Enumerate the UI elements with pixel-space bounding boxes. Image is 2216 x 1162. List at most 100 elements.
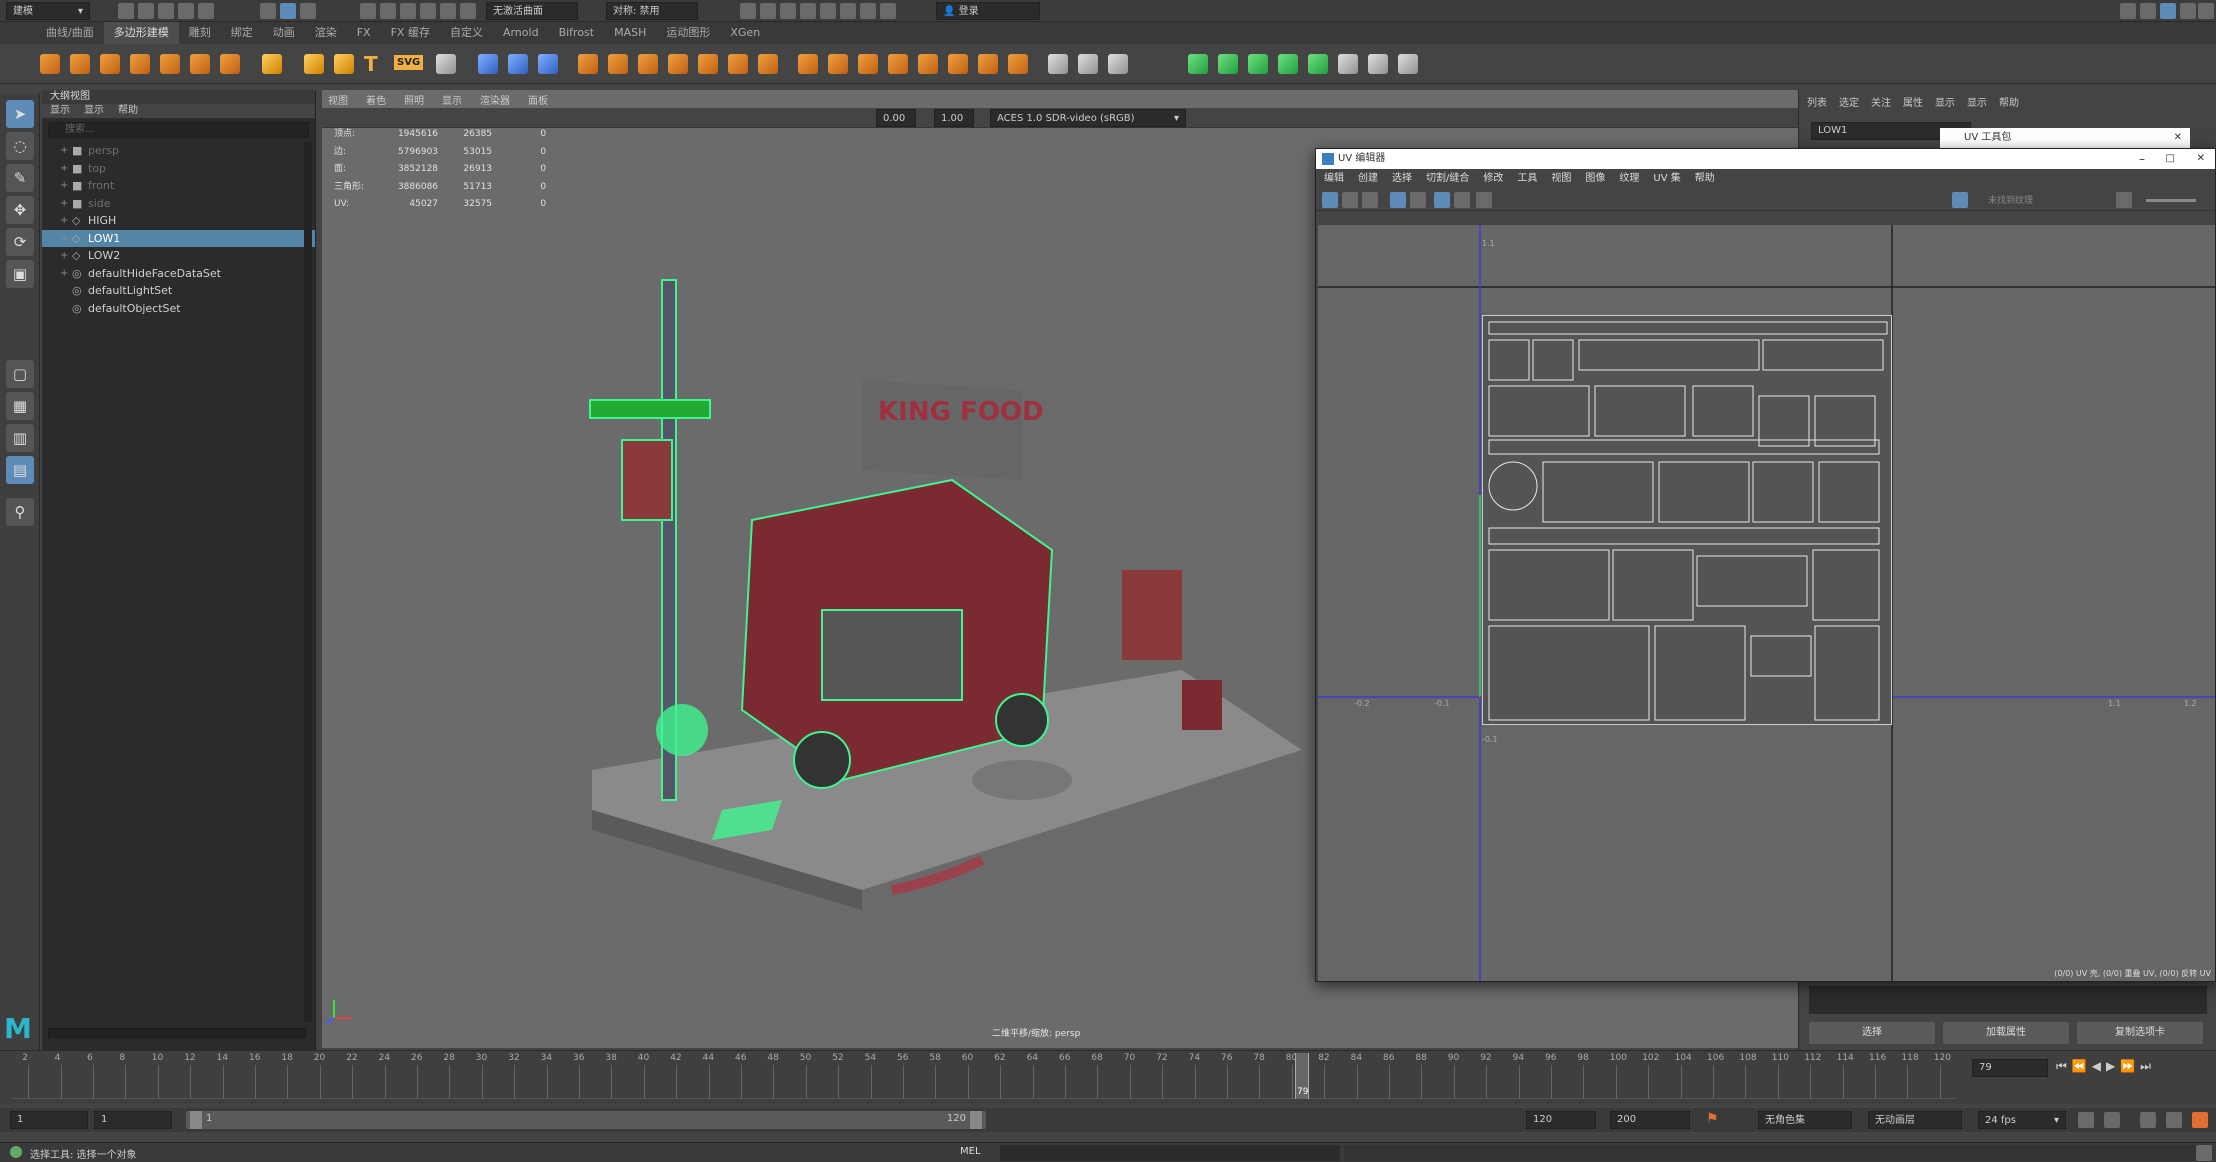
outliner-item-persp[interactable]: + ■ persp xyxy=(42,142,315,160)
attribute-menu-item[interactable]: 属性 xyxy=(1903,94,1923,109)
modeling-toolkit-icon[interactable] xyxy=(2120,3,2136,19)
playback-controls[interactable]: ⏮⏪◀▶⏩⏭ xyxy=(2056,1059,2156,1074)
uv-distortion-icon[interactable] xyxy=(1410,192,1426,208)
render-settings-icon[interactable] xyxy=(800,3,816,19)
maximize-icon[interactable]: □ xyxy=(2166,149,2175,169)
outliner-item-front[interactable]: + ■ front xyxy=(42,177,315,195)
append-polygon-icon[interactable] xyxy=(948,54,968,74)
select-button[interactable]: 选择 xyxy=(1809,1022,1935,1044)
scale-tool-icon[interactable]: ▣ xyxy=(6,260,34,288)
snap-surface-icon[interactable] xyxy=(440,3,456,19)
shelf-tab[interactable]: 自定义 xyxy=(440,22,493,44)
uv-menu-item[interactable]: 创建 xyxy=(1358,169,1378,189)
playhead[interactable]: 79 xyxy=(1295,1053,1310,1099)
outliner-hscrollbar[interactable] xyxy=(48,1028,306,1038)
uv-menu-item[interactable]: 选择 xyxy=(1392,169,1412,189)
outliner-menu-item[interactable]: 显示 xyxy=(84,104,104,118)
uv-menu-item[interactable]: 视图 xyxy=(1551,169,1571,189)
expand-icon[interactable]: + xyxy=(60,230,72,248)
outliner-layout-icon[interactable]: ▤ xyxy=(6,456,34,484)
reduce-icon[interactable] xyxy=(758,54,778,74)
combine-icon[interactable] xyxy=(478,54,498,74)
anim-layer-dropdown[interactable]: 无动画层 xyxy=(1868,1111,1962,1129)
viewport-menu-item[interactable]: 着色 xyxy=(366,92,386,107)
poly-torus-icon[interactable] xyxy=(160,54,180,74)
target-weld-icon[interactable] xyxy=(828,54,848,74)
uv-image-icon[interactable] xyxy=(1454,192,1470,208)
render-frame-icon[interactable] xyxy=(760,3,776,19)
separate-icon[interactable] xyxy=(508,54,528,74)
shelf-tab[interactable]: MASH xyxy=(604,22,656,44)
snap-grid-icon[interactable] xyxy=(360,3,376,19)
channel-box-icon[interactable] xyxy=(2140,3,2156,19)
uv-select-icon[interactable] xyxy=(1322,192,1338,208)
outliner-item-side[interactable]: + ■ side xyxy=(42,195,315,213)
viewport-menu-item[interactable]: 显示 xyxy=(442,92,462,107)
outliner-search-input[interactable]: 搜索... xyxy=(48,122,309,138)
range-start-handle[interactable] xyxy=(190,1111,202,1129)
uv-menu-item[interactable]: 帮助 xyxy=(1695,169,1715,189)
expand-icon[interactable]: + xyxy=(60,247,72,265)
shelf-tab[interactable]: FX 缓存 xyxy=(381,22,440,44)
select-hierarchy-icon[interactable] xyxy=(260,3,276,19)
uv-menu-item[interactable]: 编辑 xyxy=(1324,169,1344,189)
ipr-render-icon[interactable] xyxy=(780,3,796,19)
poly-cube-icon[interactable] xyxy=(70,54,90,74)
minimize-icon[interactable]: – xyxy=(2139,149,2145,169)
shelf-tab[interactable]: 雕刻 xyxy=(179,22,221,44)
shelf-tab[interactable]: 渲染 xyxy=(305,22,347,44)
outliner-item-top[interactable]: + ■ top xyxy=(42,160,315,178)
symmetry-dropdown[interactable]: 对称: 禁用 xyxy=(606,2,698,20)
hypershade-icon[interactable] xyxy=(820,3,836,19)
pause-icon[interactable] xyxy=(860,3,876,19)
auto-map-icon[interactable] xyxy=(1278,54,1298,74)
outliner-item-defaultobjectset[interactable]: ◎ defaultObjectSet xyxy=(42,300,315,318)
gamma-field[interactable]: 1.00 xyxy=(934,109,974,127)
platonic-solid-icon[interactable] xyxy=(262,54,282,74)
super-shape-icon[interactable] xyxy=(304,54,324,74)
fill-hole-icon[interactable] xyxy=(918,54,938,74)
arnold-render-icon[interactable] xyxy=(840,3,856,19)
spherical-map-icon[interactable] xyxy=(1248,54,1268,74)
uv-menu-item[interactable]: 图像 xyxy=(1585,169,1605,189)
outliner-item-defaulthidefacedataset[interactable]: + ◎ defaultHideFaceDataSet xyxy=(42,265,315,283)
outliner-vscrollbar[interactable] xyxy=(304,142,312,1022)
uv-refresh-icon[interactable] xyxy=(2116,192,2132,208)
sew-uv-icon[interactable] xyxy=(1398,54,1418,74)
expand-icon[interactable]: + xyxy=(60,160,72,178)
uv-grid-icon[interactable] xyxy=(436,54,456,74)
start-time-field[interactable]: 1 xyxy=(10,1111,88,1129)
command-input[interactable] xyxy=(1000,1145,1340,1161)
snap-point-icon[interactable] xyxy=(400,3,416,19)
attribute-menu-item[interactable]: 选定 xyxy=(1839,94,1859,109)
slide-edge-icon[interactable] xyxy=(1048,54,1068,74)
bevel-icon[interactable] xyxy=(638,54,658,74)
rotate-tool-icon[interactable]: ⟳ xyxy=(6,228,34,256)
undo-icon[interactable] xyxy=(178,3,194,19)
four-view-icon[interactable]: ▦ xyxy=(6,392,34,420)
attribute-menu-item[interactable]: 列表 xyxy=(1807,94,1827,109)
stop-icon[interactable] xyxy=(880,3,896,19)
new-scene-icon[interactable] xyxy=(118,3,134,19)
shelf-tab[interactable]: 绑定 xyxy=(221,22,263,44)
fps-dropdown[interactable]: 24 fps ▾ xyxy=(1978,1111,2066,1129)
texture-dropdown[interactable]: 未找到纹理 xyxy=(1988,193,2033,206)
viewport-menu-item[interactable]: 渲染器 xyxy=(480,92,510,107)
sweep-mesh-icon[interactable] xyxy=(334,54,354,74)
expand-icon[interactable]: + xyxy=(60,142,72,160)
shelf-tab[interactable]: XGen xyxy=(720,22,770,44)
quad-draw-icon[interactable] xyxy=(888,54,908,74)
auto-key-icon[interactable]: ⚑ xyxy=(1706,1111,1719,1127)
poly-cylinder-icon[interactable] xyxy=(100,54,120,74)
outliner-item-low1[interactable]: + ◇ LOW1 xyxy=(42,229,315,248)
poly-sphere-icon[interactable] xyxy=(40,54,60,74)
uv-menu-item[interactable]: 切割/缝合 xyxy=(1426,169,1469,189)
viewport-menu-item[interactable]: 照明 xyxy=(404,92,424,107)
prefs-icon[interactable] xyxy=(2192,1112,2208,1128)
uv-screenshot-icon[interactable] xyxy=(1476,192,1492,208)
anim-start-field[interactable]: 1 xyxy=(94,1111,172,1129)
redo-icon[interactable] xyxy=(198,3,214,19)
loop-icon[interactable] xyxy=(2078,1112,2094,1128)
select-component-icon[interactable] xyxy=(300,3,316,19)
shelf-tab[interactable]: 多边形建模 xyxy=(103,22,179,44)
